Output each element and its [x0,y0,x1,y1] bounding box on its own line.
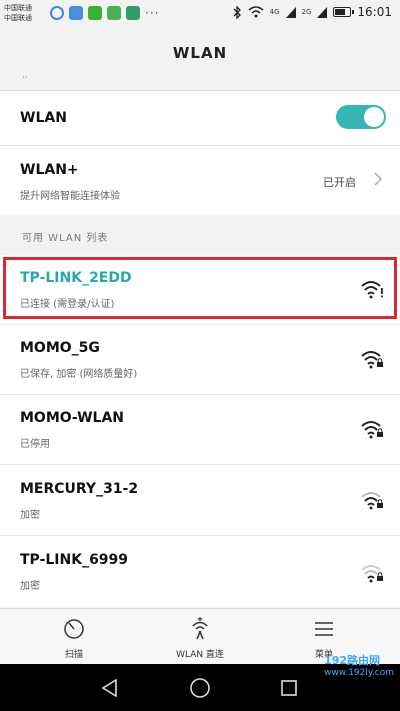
carrier-1: 中国联通 [4,4,32,12]
available-networks-header: 可用 WLAN 列表 [0,215,400,255]
photo-app-icon-2 [126,6,140,20]
network-status: 已保存, 加密 (网络质量好) [20,369,138,380]
title-bar: WLAN [0,28,400,78]
network-name: MOMO-WLAN [20,410,125,426]
chevron-right-icon [374,172,382,186]
network-row-momo-5g[interactable]: MOMO_5G 已保存, 加密 (网络质量好) [0,325,400,395]
wifi-status-icon [248,6,264,18]
wifi-lock-icon [361,492,383,510]
wlan-toggle-row[interactable]: WLAN [0,91,400,146]
tab-label: WLAN 直连 [176,650,224,660]
clock: 16:01 [357,5,392,19]
network-status: 加密 [20,510,40,521]
signal-icon-2 [317,6,328,18]
home-icon[interactable] [189,677,211,699]
chart-app-icon [107,6,121,20]
scan-icon [64,619,84,639]
toggle-knob [364,107,384,127]
highlight-box [3,257,397,319]
network-name: TP-LINK_6999 [20,552,129,568]
wlan-label: WLAN [20,110,67,126]
more-notifications-icon: ··· [145,6,160,20]
tab-label: 扫描 [64,650,83,660]
status-bar: 中国联通 中国联通 ··· 4G 2G 16:01 [0,0,400,28]
bluetooth-icon [233,5,241,19]
network-row-tp-link-6999[interactable]: TP-LINK_6999 加密 [0,536,400,607]
recents-icon[interactable] [280,679,298,697]
section-title: 可用 WLAN 列表 [22,233,109,244]
wifi-lock-icon [361,421,383,439]
network-row-momo-wlan[interactable]: MOMO-WLAN 已停用 [0,395,400,465]
back-icon[interactable] [100,678,120,698]
notification-icons: ··· [50,6,159,20]
wlan-plus-subtitle: 提升网络智能连接体验 [20,191,120,202]
settings-card: WLAN WLAN+ 提升网络智能连接体验 已开启 [0,91,400,215]
tab-scan[interactable]: 扫描 [24,609,124,665]
battery-level [335,9,345,15]
battery-icon [333,7,355,17]
signal-icon-1 [285,6,296,18]
menu-icon [315,622,333,636]
network-status: 加密 [20,581,40,592]
tab-wlan-direct[interactable]: WLAN 直连 [150,609,250,665]
loading-app-icon [50,6,64,20]
photo-app-icon [69,6,83,20]
status-right: 4G 2G 16:01 [233,5,392,19]
watermark-url: www.192ly.com [324,668,394,678]
wlan-plus-row[interactable]: WLAN+ 提升网络智能连接体验 已开启 [0,146,400,215]
wechat-icon [88,6,102,20]
network-4g: 4G [269,8,280,16]
watermark: 192路由网 www.192ly.com [324,652,394,678]
wlan-toggle-switch[interactable] [336,105,386,129]
carrier-2: 中国联通 [4,14,32,22]
network-row-mercury-31-2[interactable]: MERCURY_31-2 加密 [0,465,400,536]
network-status: 已停用 [20,439,50,450]
wifi-lock-icon [361,351,383,369]
page-title: WLAN [172,44,228,62]
wifi-lock-icon [361,565,383,583]
truncated-header-text: ·· [22,73,28,83]
carrier-labels: 中国联通 中国联通 [4,3,32,23]
wlan-plus-label: WLAN+ [20,162,79,178]
network-2g: 2G [301,8,312,16]
watermark-text: 192路由网 [324,654,381,667]
network-name: MOMO_5G [20,340,100,356]
wlan-plus-state: 已开启 [323,176,356,189]
wlan-direct-icon [192,617,208,640]
network-name: MERCURY_31-2 [20,481,139,497]
truncated-section-header: ·· [0,73,400,91]
